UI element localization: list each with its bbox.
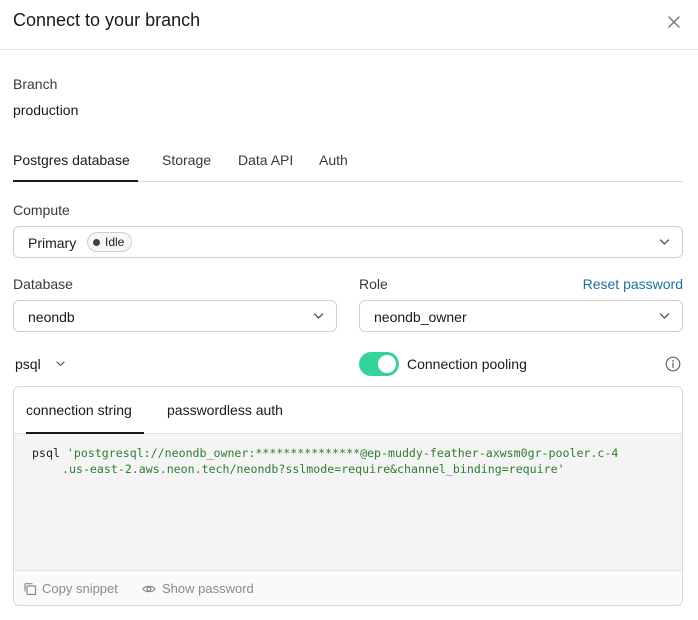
role-value: neondb_owner <box>374 309 467 325</box>
copy-snippet-button[interactable]: Copy snippet <box>23 581 118 596</box>
show-password-button[interactable]: Show password <box>141 581 254 596</box>
role-label: Role <box>359 276 388 292</box>
tab-postgres-database[interactable]: Postgres database <box>13 152 130 168</box>
database-label: Database <box>13 276 73 292</box>
copy-snippet-label: Copy snippet <box>42 581 118 596</box>
show-password-label: Show password <box>162 581 254 596</box>
tab-connection-string[interactable]: connection string <box>26 402 132 418</box>
connection-pooling-toggle[interactable] <box>359 352 399 376</box>
copy-icon <box>24 582 37 595</box>
database-value: neondb <box>28 309 75 325</box>
toggle-knob <box>378 355 396 373</box>
tab-auth[interactable]: Auth <box>319 152 348 168</box>
code-string-line-2: .us-east-2.aws.neon.tech/neondb?sslmode=… <box>62 462 565 476</box>
snippet-footer: Copy snippet Show password <box>14 570 682 605</box>
close-icon[interactable] <box>664 12 684 32</box>
connection-pooling-label: Connection pooling <box>407 356 527 372</box>
connection-snippet-panel: connection string passwordless auth psql… <box>13 386 683 606</box>
chevron-down-icon <box>659 239 670 245</box>
status-badge: Idle <box>87 232 133 252</box>
code-string-line-1: 'postgresql://neondb_owner:*************… <box>66 446 619 460</box>
chevron-down-icon[interactable] <box>56 361 65 367</box>
reset-password-link[interactable]: Reset password <box>583 276 683 292</box>
connection-tabs: Postgres database Storage Data API Auth <box>13 140 683 182</box>
code-block: psql 'postgresql://neondb_owner:********… <box>14 434 682 570</box>
branch-label: Branch <box>13 76 58 92</box>
chevron-down-icon <box>659 313 670 319</box>
snippet-tabs: connection string passwordless auth <box>14 387 682 434</box>
tab-passwordless-auth[interactable]: passwordless auth <box>167 402 283 418</box>
chevron-down-icon <box>313 313 324 319</box>
dialog-header: Connect to your branch <box>0 0 698 50</box>
active-tab-indicator <box>13 180 138 182</box>
connection-string-code[interactable]: psql 'postgresql://neondb_owner:********… <box>32 445 618 477</box>
client-select[interactable]: psql <box>15 356 41 372</box>
compute-value: Primary <box>28 235 77 251</box>
dialog-title: Connect to your branch <box>13 10 201 30</box>
status-badge-label: Idle <box>105 235 125 249</box>
role-select[interactable]: neondb_owner <box>359 300 683 332</box>
database-select[interactable]: neondb <box>13 300 337 332</box>
status-dot-icon <box>93 238 100 246</box>
tab-data-api[interactable]: Data API <box>238 152 293 168</box>
tab-storage[interactable]: Storage <box>162 152 211 168</box>
info-icon[interactable] <box>665 356 681 372</box>
compute-select[interactable]: Primary Idle <box>13 226 683 258</box>
compute-label: Compute <box>13 202 70 218</box>
eye-icon <box>142 585 156 592</box>
code-command: psql <box>32 446 67 460</box>
branch-value: production <box>13 102 79 118</box>
